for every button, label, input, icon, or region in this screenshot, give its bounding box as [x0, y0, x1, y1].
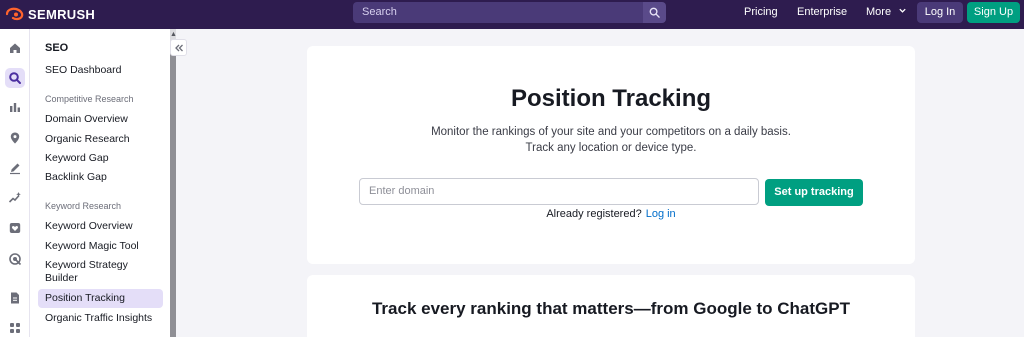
pen-icon[interactable] — [5, 158, 25, 178]
menu-item-domain-overview[interactable]: Domain Overview — [45, 113, 163, 126]
target-icon[interactable] — [5, 249, 25, 269]
already-registered-text: Already registered? — [546, 208, 642, 220]
chart-icon[interactable] — [5, 97, 25, 117]
menu-item-position-tracking[interactable]: Position Tracking — [38, 289, 163, 308]
menu-item-backlink-gap[interactable]: Backlink Gap — [45, 171, 163, 184]
page-title: Position Tracking — [510, 85, 712, 112]
top-navigation-bar: SEMRUSH Search Pricing Enterprise More L… — [0, 0, 1024, 29]
nav-pricing[interactable]: Pricing — [744, 6, 778, 18]
login-link[interactable]: Log in — [646, 208, 676, 220]
collapse-sidebar-button[interactable] — [170, 39, 187, 56]
section-heading: Track every ranking that matters—from Go… — [371, 299, 850, 318]
shield-heart-icon[interactable] — [5, 218, 25, 238]
semrush-logo[interactable]: SEMRUSH — [6, 5, 95, 23]
position-tracking-card: Position Tracking Monitor the rankings o… — [307, 46, 915, 264]
login-button[interactable]: Log In — [917, 2, 963, 23]
description-line-1: Monitor the rankings of your site and yo… — [431, 126, 791, 138]
brand-name: SEMRUSH — [28, 6, 96, 22]
page-description: Monitor the rankings of your site and yo… — [307, 124, 915, 156]
domain-input[interactable]: Enter domain — [359, 178, 759, 205]
nav-more-label: More — [866, 6, 892, 18]
home-icon[interactable] — [5, 38, 25, 58]
search-input[interactable]: Search — [353, 2, 643, 23]
description-line-2: Track any location or device type. — [525, 142, 697, 154]
search-button[interactable] — [643, 2, 666, 23]
menu-item-organic-research[interactable]: Organic Research — [45, 133, 163, 146]
menu-item-keyword-magic-tool[interactable]: Keyword Magic Tool — [45, 240, 163, 253]
seo-side-menu: SEO SEO Dashboard Competitive Research D… — [30, 29, 170, 337]
menu-item-keyword-strategy-builder[interactable]: Keyword Strategy Builder — [45, 259, 135, 285]
seo-icon[interactable] — [5, 68, 25, 88]
menu-section-competitive-research: Competitive Research — [45, 94, 134, 104]
sidebar-scrollbar-thumb[interactable] — [170, 42, 176, 337]
ranking-section-card: Track every ranking that matters—from Go… — [307, 275, 915, 337]
document-icon[interactable] — [5, 288, 25, 308]
menu-item-keyword-gap[interactable]: Keyword Gap — [45, 152, 163, 165]
menu-item-seo-dashboard[interactable]: SEO Dashboard — [45, 64, 163, 77]
chevron-down-icon — [899, 8, 906, 13]
icon-rail — [0, 29, 30, 337]
sparkle-icon[interactable] — [5, 188, 25, 208]
menu-item-keyword-overview[interactable]: Keyword Overview — [45, 220, 163, 233]
menu-section-keyword-research: Keyword Research — [45, 201, 122, 211]
menu-title: SEO — [45, 42, 69, 54]
signup-button[interactable]: Sign Up — [967, 2, 1020, 23]
nav-enterprise[interactable]: Enterprise — [797, 6, 847, 18]
semrush-logo-icon — [6, 7, 24, 21]
menu-item-organic-traffic-insights[interactable]: Organic Traffic Insights — [45, 312, 163, 325]
nav-more[interactable]: More — [866, 6, 907, 18]
already-registered-line: Already registered? Log in — [307, 208, 915, 220]
double-chevron-left-icon — [174, 44, 183, 51]
grid-icon[interactable] — [5, 318, 25, 337]
setup-tracking-button[interactable]: Set up tracking — [765, 179, 863, 206]
scroll-up-arrow-icon[interactable]: ▲ — [170, 31, 177, 38]
map-pin-icon[interactable] — [5, 128, 25, 148]
search-icon — [649, 7, 660, 18]
